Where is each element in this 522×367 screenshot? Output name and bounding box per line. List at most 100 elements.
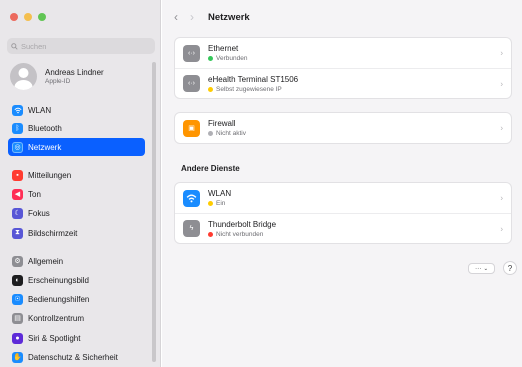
wifi-icon xyxy=(183,189,200,207)
sidebar-item-label: Bedienungshilfen xyxy=(28,294,90,304)
sidebar-item-allgemein[interactable]: ⚙ Allgemein xyxy=(8,252,145,270)
other-services-heading: Andere Dienste xyxy=(181,164,240,173)
close-window-button[interactable] xyxy=(10,13,18,21)
sidebar-item-label: WLAN xyxy=(28,105,52,115)
page-title: Netzwerk xyxy=(208,11,250,23)
window-controls xyxy=(10,13,46,21)
minimize-window-button[interactable] xyxy=(24,13,32,21)
hourglass-icon: ⧗ xyxy=(12,227,23,239)
sidebar-item-label: Allgemein xyxy=(28,256,64,266)
service-row-ethernet[interactable]: ‹·› Ethernet Verbunden › xyxy=(175,38,511,68)
chevron-right-icon: › xyxy=(500,193,503,203)
chevron-down-icon: ⌄ xyxy=(483,265,489,272)
service-status-text: Nicht verbunden xyxy=(216,230,264,238)
sidebar-item-label: Bluetooth xyxy=(28,123,62,133)
account-name: Andreas Lindner xyxy=(45,68,104,77)
ethernet-icon: ‹·› xyxy=(183,44,200,62)
sidebar-item-label: Netzwerk xyxy=(28,142,62,152)
status-dot-icon xyxy=(208,201,213,206)
avatar xyxy=(10,63,37,90)
search-icon xyxy=(11,42,18,50)
search-placeholder: Suchen xyxy=(21,41,47,51)
person-icon xyxy=(14,68,33,90)
firewall-card: ▣ Firewall Nicht aktiv › xyxy=(174,112,512,144)
service-name: Ethernet xyxy=(208,44,239,53)
account-subtitle: Apple-ID xyxy=(45,78,71,85)
globe-icon: ◎ xyxy=(12,141,23,153)
speaker-icon: ◀ xyxy=(12,188,23,200)
sidebar-item-ton[interactable]: ◀ Ton xyxy=(8,185,145,203)
firewall-status: Nicht aktiv xyxy=(208,130,246,137)
moon-icon: ☾ xyxy=(12,207,23,219)
firewall-name: Firewall xyxy=(208,119,236,128)
sidebar-item-bildschirmzeit[interactable]: ⧗ Bildschirmzeit xyxy=(8,224,145,242)
sidebar-item-label: Kontrollzentrum xyxy=(28,313,85,323)
bluetooth-icon: ᛒ xyxy=(12,122,23,134)
toolbar: ‹ › Netzwerk xyxy=(174,10,250,24)
control-center-icon: ▤ xyxy=(12,312,23,324)
sidebar: Suchen Andreas Lindner Apple-ID WLAN ᛒ B… xyxy=(0,0,161,367)
back-button[interactable]: ‹ xyxy=(174,10,178,24)
sidebar-item-datenschutz[interactable]: ✋ Datenschutz & Sicherheit xyxy=(8,348,145,366)
service-name: eHealth Terminal ST1506 xyxy=(208,74,299,84)
service-status-text: Verbunden xyxy=(216,55,248,62)
status-dot-icon xyxy=(208,86,213,92)
sidebar-item-bluetooth[interactable]: ᛒ Bluetooth xyxy=(8,119,145,137)
hand-icon: ✋ xyxy=(12,351,23,363)
service-row-wlan[interactable]: WLAN Ein › xyxy=(175,183,511,213)
search-input[interactable]: Suchen xyxy=(7,38,155,54)
status-dot-icon xyxy=(208,131,213,136)
service-status: Ein xyxy=(208,200,231,207)
bell-icon: ▪ xyxy=(12,169,23,181)
sidebar-item-label: Bildschirmzeit xyxy=(28,228,78,238)
firewall-icon: ▣ xyxy=(183,119,200,137)
sidebar-item-mitteilungen[interactable]: ▪ Mitteilungen xyxy=(8,166,145,184)
service-name: Thunderbolt Bridge xyxy=(208,219,277,229)
sidebar-item-label: Siri & Spotlight xyxy=(28,333,81,343)
chevron-right-icon: › xyxy=(500,123,503,133)
service-name: WLAN xyxy=(208,189,232,198)
sidebar-item-erscheinungsbild[interactable]: ◐ Erscheinungsbild xyxy=(8,271,145,289)
sidebar-item-netzwerk[interactable]: ◎ Netzwerk xyxy=(8,138,145,156)
status-dot-icon xyxy=(208,231,213,237)
service-row-thunderbolt-bridge[interactable]: ϟ Thunderbolt Bridge Nicht verbunden › xyxy=(175,213,511,243)
sidebar-item-label: Fokus xyxy=(28,208,50,218)
firewall-status-text: Nicht aktiv xyxy=(216,130,246,137)
sidebar-item-label: Mitteilungen xyxy=(28,170,72,180)
more-label: ··· xyxy=(474,265,482,272)
sidebar-item-bedienungshilfen[interactable]: ☉ Bedienungshilfen xyxy=(8,290,145,308)
sidebar-scrollbar[interactable] xyxy=(152,62,156,362)
wifi-icon xyxy=(12,104,23,116)
service-status: Selbst zugewiesene IP xyxy=(208,86,298,93)
service-status-text: Ein xyxy=(216,200,226,207)
chevron-right-icon: › xyxy=(500,79,503,88)
services-card: ‹·› Ethernet Verbunden › ‹·› eHealth Ter… xyxy=(174,37,512,99)
firewall-row[interactable]: ▣ Firewall Nicht aktiv › xyxy=(175,113,511,143)
status-dot-icon xyxy=(208,56,213,61)
service-status-text: Selbst zugewiesene IP xyxy=(216,85,282,93)
thunderbolt-icon: ϟ xyxy=(183,220,200,237)
siri-icon: ● xyxy=(12,332,23,344)
sidebar-item-label: Datenschutz & Sicherheit xyxy=(28,352,118,362)
sidebar-item-fokus[interactable]: ☾ Fokus xyxy=(8,204,145,222)
chevron-right-icon: › xyxy=(500,224,503,233)
service-row-ehealth-terminal[interactable]: ‹·› eHealth Terminal ST1506 Selbst zugew… xyxy=(175,68,511,98)
sidebar-item-siri-spotlight[interactable]: ● Siri & Spotlight xyxy=(8,329,145,347)
service-status: Nicht verbunden xyxy=(208,231,276,238)
chevron-right-icon: › xyxy=(500,48,503,58)
forward-button[interactable]: › xyxy=(190,10,194,24)
sidebar-item-wlan[interactable]: WLAN xyxy=(8,101,145,119)
gear-icon: ⚙ xyxy=(12,255,23,267)
help-button[interactable]: ? xyxy=(503,261,517,275)
ethernet-icon: ‹·› xyxy=(183,75,200,92)
sidebar-item-label: Erscheinungsbild xyxy=(28,275,89,285)
more-actions-button[interactable]: ··· ⌄ xyxy=(468,263,495,274)
accessibility-icon: ☉ xyxy=(12,293,23,305)
other-services-card: WLAN Ein › ϟ Thunderbolt Bridge Nicht ve… xyxy=(174,182,512,244)
appearance-icon: ◐ xyxy=(12,274,23,286)
zoom-window-button[interactable] xyxy=(38,13,46,21)
apple-id-account[interactable]: Andreas Lindner Apple-ID xyxy=(10,63,104,90)
service-status: Verbunden xyxy=(208,55,247,62)
sidebar-item-label: Ton xyxy=(28,189,41,199)
sidebar-item-kontrollzentrum[interactable]: ▤ Kontrollzentrum xyxy=(8,309,145,327)
